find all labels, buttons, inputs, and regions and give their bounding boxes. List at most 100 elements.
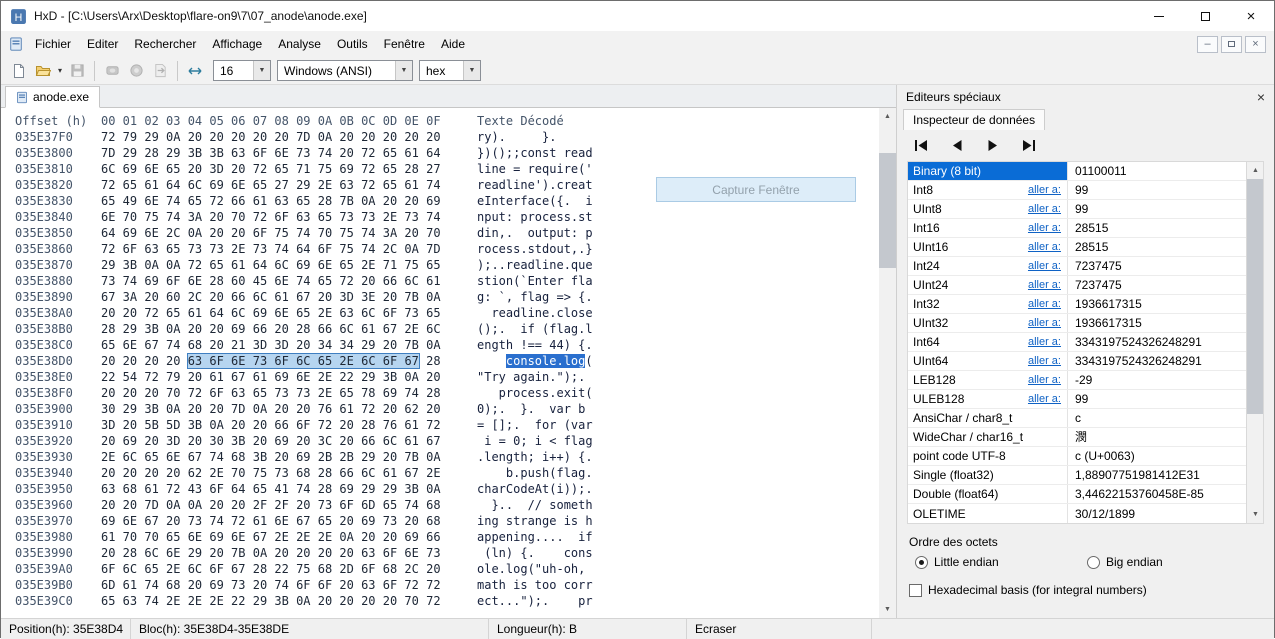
row-bytes[interactable]: 65 49 6E 74 65 72 66 61 63 65 28 7B 0A 2… [101,193,453,209]
row-text[interactable]: ing strange is h [477,514,593,528]
hex-row[interactable]: 035E389067 3A 20 60 2C 20 66 6C 61 67 20… [15,289,879,305]
inspector-value[interactable]: 30/12/1899 [1068,504,1246,523]
row-bytes[interactable]: 72 79 29 0A 20 20 20 20 20 7D 0A 20 20 2… [101,129,453,145]
hex-row[interactable]: 035E38E022 54 72 79 20 61 67 61 69 6E 2E… [15,369,879,385]
row-text[interactable]: ry). }. [477,130,593,144]
goto-first-button[interactable] [911,139,931,152]
menu-aide[interactable]: Aide [433,32,473,56]
row-text[interactable]: din,. output: p [477,226,593,240]
goto-link[interactable]: aller a: [1028,352,1061,370]
hex-row[interactable]: 035E388073 74 69 6F 6E 28 60 45 6E 74 65… [15,273,879,289]
goto-next-button[interactable] [983,139,1003,152]
row-bytes[interactable]: 6E 70 75 74 3A 20 70 72 6F 63 65 73 73 2… [101,209,453,225]
row-bytes[interactable]: 20 20 20 70 72 6F 63 65 73 73 2E 65 78 6… [101,385,453,401]
goto-previous-button[interactable] [947,139,967,152]
row-bytes[interactable]: 20 28 6C 6E 29 20 7B 0A 20 20 20 20 63 6… [101,545,453,561]
row-bytes[interactable]: 2E 6C 65 6E 67 74 68 3B 20 69 2B 2B 29 2… [101,449,453,465]
inspector-row[interactable]: UInt16aller a:28515 [908,238,1246,257]
row-bytes[interactable]: 28 29 3B 0A 20 20 69 66 20 28 66 6C 61 6… [101,321,453,337]
menu-fichier[interactable]: Fichier [27,32,79,56]
inspector-row[interactable]: LEB128aller a:-29 [908,371,1246,390]
mdi-close-button[interactable]: × [1245,36,1266,53]
hex-row[interactable]: 035E390030 29 3B 0A 20 20 7D 0A 20 20 76… [15,401,879,417]
close-button[interactable]: × [1228,1,1274,31]
bytes-per-row-button[interactable] [183,59,207,83]
radio-big-endian[interactable]: Big endian [1087,555,1163,569]
inspector-value[interactable]: 潣 [1068,428,1246,446]
hex-row[interactable]: 035E37F072 79 29 0A 20 20 20 20 20 7D 0A… [15,129,879,145]
row-text[interactable]: = [];. for (var [477,418,593,432]
row-bytes[interactable]: 29 3B 0A 0A 72 65 61 64 6C 69 6E 65 2E 7… [101,257,453,273]
inspector-row[interactable]: Int32aller a:1936617315 [908,295,1246,314]
row-bytes[interactable]: 67 3A 20 60 2C 20 66 6C 61 67 20 3D 3E 2… [101,289,453,305]
open-ram-button[interactable] [124,59,148,83]
inspector-value[interactable]: 7237475 [1068,257,1246,275]
hex-basis-checkbox[interactable] [909,584,922,597]
inspector-scrollbar[interactable]: ▲ ▼ [1247,161,1264,524]
hex-row[interactable]: 035E398061 70 70 65 6E 69 6E 67 2E 2E 2E… [15,529,879,545]
inspector-value[interactable]: -29 [1068,371,1246,389]
scroll-down-button[interactable]: ▼ [1247,506,1264,523]
inspector-row[interactable]: ULEB128aller a:99 [908,390,1246,409]
hex-row[interactable]: 035E38C065 6E 67 74 68 20 21 3D 3D 20 34… [15,337,879,353]
inspector-row[interactable]: Int16aller a:28515 [908,219,1246,238]
row-text[interactable]: console.log( [477,354,593,368]
inspector-row[interactable]: Binary (8 bit)01100011 [908,162,1246,181]
hex-row[interactable]: 035E39103D 20 5B 5D 3B 0A 20 20 66 6F 72… [15,417,879,433]
row-text[interactable]: ength !== 44) {. [477,338,593,352]
combo-dropdown-icon[interactable]: ▼ [395,61,412,80]
save-button[interactable] [65,59,89,83]
row-text[interactable]: appening.... if [477,530,593,544]
row-bytes[interactable]: 65 63 74 2E 2E 2E 22 29 3B 0A 20 20 20 2… [101,593,453,609]
inspector-row[interactable]: OLETIME30/12/1899 [908,504,1246,523]
row-bytes[interactable]: 20 20 20 20 63 6F 6E 73 6F 6C 65 2E 6C 6… [101,353,453,369]
inspector-row[interactable]: UInt24aller a:7237475 [908,276,1246,295]
menu-rechercher[interactable]: Rechercher [126,32,204,56]
inspector-value[interactable]: 1936617315 [1068,295,1246,313]
inspector-row[interactable]: UInt64aller a:3343197524326248291 [908,352,1246,371]
selected-text[interactable]: console.log [506,354,585,368]
inspector-value[interactable]: 28515 [1068,238,1246,256]
radio-icon[interactable] [1087,556,1100,569]
tab-data-inspector[interactable]: Inspecteur de données [903,109,1045,130]
row-text[interactable]: b.push(flag. [477,466,593,480]
menu-fenêtre[interactable]: Fenêtre [376,32,433,56]
row-text[interactable]: readline').creat [477,178,593,192]
goto-link[interactable]: aller a: [1028,314,1061,332]
goto-link[interactable]: aller a: [1028,390,1061,408]
row-bytes[interactable]: 30 29 3B 0A 20 20 7D 0A 20 20 76 61 72 2… [101,401,453,417]
inspector-row[interactable]: UInt32aller a:1936617315 [908,314,1246,333]
row-bytes[interactable]: 20 69 20 3D 20 30 3B 20 69 20 3C 20 66 6… [101,433,453,449]
row-text[interactable]: (ln) {. cons [477,546,593,560]
mdi-minimize-button[interactable]: – [1197,36,1218,53]
hex-row[interactable]: 035E39302E 6C 65 6E 67 74 68 3B 20 69 2B… [15,449,879,465]
inspector-row[interactable]: Int8aller a:99 [908,181,1246,200]
hex-row[interactable]: 035E394020 20 20 20 62 2E 70 75 73 68 28… [15,465,879,481]
scroll-up-button[interactable]: ▲ [879,108,896,125]
goto-link[interactable]: aller a: [1028,333,1061,351]
row-text[interactable]: ole.log("uh-oh, [477,562,593,576]
inspector-row[interactable]: Int64aller a:3343197524326248291 [908,333,1246,352]
hex-row[interactable]: 035E399020 28 6C 6E 29 20 7B 0A 20 20 20… [15,545,879,561]
inspector-row[interactable]: UInt8aller a:99 [908,200,1246,219]
row-bytes[interactable]: 6F 6C 65 2E 6C 6F 67 28 22 75 68 2D 6F 6… [101,561,453,577]
inspector-value[interactable]: 01100011 [1068,162,1246,180]
row-text[interactable]: }.. // someth [477,498,593,512]
hex-row[interactable]: 035E39C065 63 74 2E 2E 2E 22 29 3B 0A 20… [15,593,879,609]
row-text[interactable]: eInterface({. i [477,194,593,208]
inspector-row[interactable]: AnsiChar / char8_tc [908,409,1246,428]
row-bytes[interactable]: 22 54 72 79 20 61 67 61 69 6E 2E 22 29 3… [101,369,453,385]
row-bytes[interactable]: 20 20 72 65 61 64 6C 69 6E 65 2E 63 6C 6… [101,305,453,321]
inspector-row[interactable]: WideChar / char16_t潣 [908,428,1246,447]
row-bytes[interactable]: 64 69 6E 2C 0A 20 20 6F 75 74 70 75 74 3… [101,225,453,241]
row-bytes[interactable]: 65 6E 67 74 68 20 21 3D 3D 20 34 34 29 2… [101,337,453,353]
inspector-value[interactable]: 3343197524326248291 [1068,333,1246,351]
hex-row[interactable]: 035E387029 3B 0A 0A 72 65 61 64 6C 69 6E… [15,257,879,273]
hex-row[interactable]: 035E39A06F 6C 65 2E 6C 6F 67 28 22 75 68… [15,561,879,577]
goto-link[interactable]: aller a: [1028,295,1061,313]
row-bytes[interactable]: 6D 61 74 68 20 69 73 20 74 6F 6F 20 63 6… [101,577,453,593]
hex-row[interactable]: 035E38007D 29 28 29 3B 3B 63 6F 6E 73 74… [15,145,879,161]
scroll-track[interactable] [879,125,896,601]
row-text[interactable]: rocess.stdout,.} [477,242,593,256]
inspector-value[interactable]: 3,44622153760458E-85 [1068,485,1246,503]
